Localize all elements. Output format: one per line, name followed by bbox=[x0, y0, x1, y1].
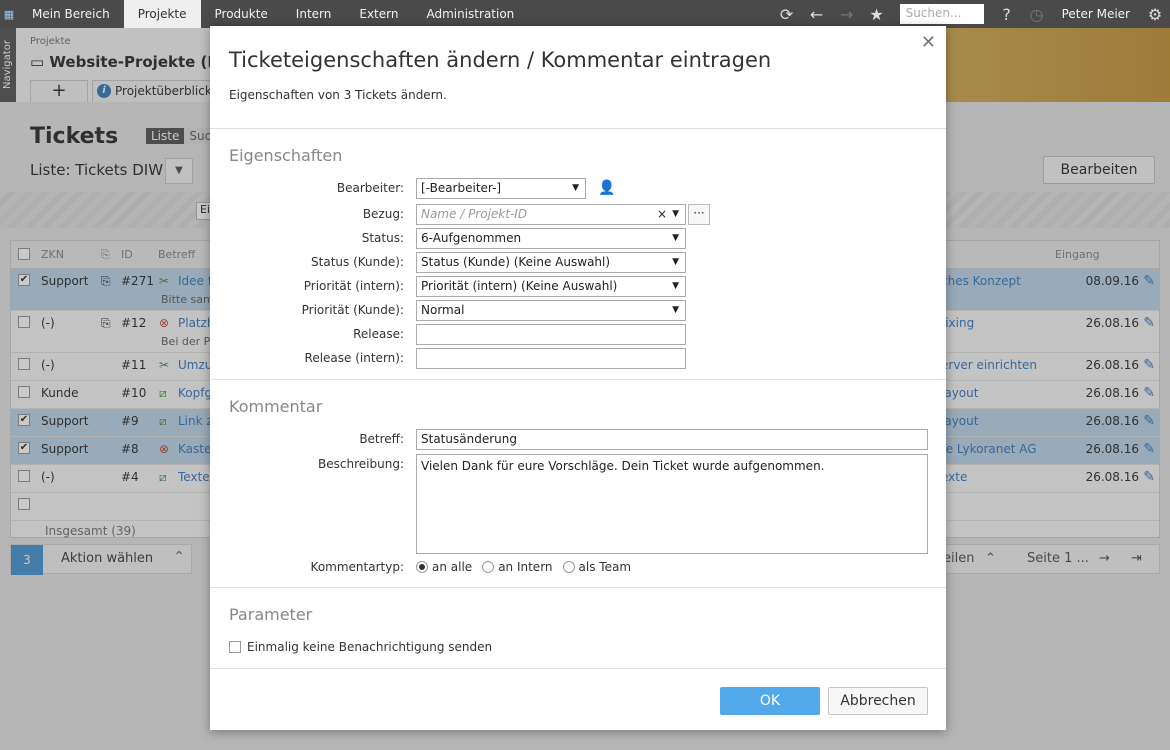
field-bezug: Bezug: Name / Projekt-ID × ▼ ··· bbox=[210, 204, 946, 226]
field-betreff: Betreff: Statusänderung bbox=[210, 429, 946, 451]
field-status: Status: 6-Aufgenommen ▼ bbox=[210, 228, 946, 250]
field-release: Release: bbox=[210, 324, 946, 346]
user-name[interactable]: Peter Meier bbox=[1052, 7, 1140, 21]
tab-projekte[interactable]: Projekte bbox=[123, 0, 201, 28]
label-betreff: Betreff: bbox=[359, 432, 404, 446]
beschreibung-textarea[interactable]: Vielen Dank für eure Vorschläge. Dein Ti… bbox=[416, 454, 928, 554]
tab-produkte[interactable]: Produkte bbox=[201, 0, 282, 28]
no-notification-option[interactable]: Einmalig keine Benachrichtigung senden bbox=[229, 640, 492, 654]
kommentartyp-radios: an alle an Intern als Team bbox=[416, 560, 641, 574]
status-value: 6-Aufgenommen bbox=[421, 231, 522, 245]
prioritaet-intern-select[interactable]: Priorität (intern) (Keine Auswahl) ▼ bbox=[416, 276, 686, 297]
radio-an-intern[interactable]: an Intern bbox=[482, 560, 553, 574]
prioritaet-intern-value: Priorität (intern) (Keine Auswahl) bbox=[421, 279, 618, 293]
dialog-title: Ticketeigenschaften ändern / Kommentar e… bbox=[229, 48, 772, 72]
release-intern-input[interactable] bbox=[416, 348, 686, 369]
field-prioritaet-kunde: Priorität (Kunde): Normal ▼ bbox=[210, 300, 946, 322]
divider bbox=[210, 128, 946, 129]
apps-grid-icon[interactable]: ▦ bbox=[0, 0, 18, 28]
label-beschreibung: Beschreibung: bbox=[318, 457, 404, 471]
back-icon[interactable]: ← bbox=[802, 5, 832, 24]
more-button[interactable]: ··· bbox=[688, 204, 710, 225]
status-select[interactable]: 6-Aufgenommen ▼ bbox=[416, 228, 686, 249]
top-navigation: ▦ Mein Bereich Projekte Produkte Intern … bbox=[0, 0, 1170, 28]
chevron-down-icon: ▼ bbox=[672, 281, 679, 291]
radio-als-team[interactable]: als Team bbox=[562, 560, 632, 574]
label-status: Status: bbox=[361, 231, 404, 245]
timer-icon[interactable]: ◷ bbox=[1022, 5, 1052, 24]
field-release-intern: Release (intern): bbox=[210, 348, 946, 370]
no-notification-checkbox[interactable] bbox=[229, 641, 241, 653]
label-prioritaet-kunde: Priorität (Kunde): bbox=[301, 303, 404, 317]
tab-mein-bereich[interactable]: Mein Bereich bbox=[18, 0, 124, 28]
clear-icon[interactable]: × bbox=[657, 205, 667, 224]
search-input[interactable]: Suchen... bbox=[899, 4, 984, 24]
ticket-properties-dialog: ✕ Ticketeigenschaften ändern / Kommentar… bbox=[210, 26, 946, 730]
forward-icon[interactable]: → bbox=[832, 5, 862, 24]
tab-intern[interactable]: Intern bbox=[282, 0, 346, 28]
section-kommentar: Kommentar bbox=[229, 397, 323, 416]
divider bbox=[210, 587, 946, 588]
label-prioritaet-intern: Priorität (intern): bbox=[303, 279, 404, 293]
radio-label: als Team bbox=[578, 560, 632, 574]
cancel-button[interactable]: Abbrechen bbox=[828, 687, 928, 715]
label-bearbeiter: Bearbeiter: bbox=[336, 181, 404, 195]
bezug-placeholder: Name / Projekt-ID bbox=[421, 207, 528, 221]
radio-dot bbox=[482, 561, 495, 573]
tab-administration[interactable]: Administration bbox=[412, 0, 528, 28]
status-kunde-value: Status (Kunde) (Keine Auswahl) bbox=[421, 255, 611, 269]
label-release: Release: bbox=[353, 327, 404, 341]
label-release-intern: Release (intern): bbox=[304, 351, 404, 365]
star-icon[interactable]: ★ bbox=[862, 5, 892, 24]
chevron-down-icon: ▼ bbox=[672, 233, 679, 243]
field-bearbeiter: Bearbeiter: [-Bearbeiter-] ▼ 👤 bbox=[210, 178, 946, 200]
chevron-down-icon: ▼ bbox=[672, 257, 679, 267]
prioritaet-kunde-select[interactable]: Normal ▼ bbox=[416, 300, 686, 321]
label-status-kunde: Status (Kunde): bbox=[311, 255, 404, 269]
chevron-down-icon[interactable]: ▼ bbox=[672, 205, 679, 224]
bearbeiter-select[interactable]: [-Bearbeiter-] ▼ bbox=[416, 178, 586, 199]
prioritaet-kunde-value: Normal bbox=[421, 303, 465, 317]
radio-an-alle[interactable]: an alle bbox=[416, 560, 472, 574]
label-kommentartyp: Kommentartyp: bbox=[310, 560, 404, 574]
tab-extern[interactable]: Extern bbox=[345, 0, 412, 28]
bezug-input[interactable]: Name / Projekt-ID × ▼ bbox=[416, 204, 686, 225]
divider bbox=[210, 379, 946, 380]
gear-icon[interactable]: ⚙ bbox=[1140, 5, 1170, 24]
field-prioritaet-intern: Priorität (intern): Priorität (intern) (… bbox=[210, 276, 946, 298]
chevron-down-icon: ▼ bbox=[672, 305, 679, 315]
bearbeiter-value: [-Bearbeiter-] bbox=[421, 181, 502, 195]
user-icon[interactable]: 👤 bbox=[598, 180, 615, 196]
dialog-subtitle: Eigenschaften von 3 Tickets ändern. bbox=[229, 88, 447, 102]
radio-label: an Intern bbox=[498, 560, 553, 574]
refresh-icon[interactable]: ⟳ bbox=[772, 5, 802, 24]
field-status-kunde: Status (Kunde): Status (Kunde) (Keine Au… bbox=[210, 252, 946, 274]
status-kunde-select[interactable]: Status (Kunde) (Keine Auswahl) ▼ bbox=[416, 252, 686, 273]
section-eigenschaften: Eigenschaften bbox=[229, 146, 343, 165]
close-icon[interactable]: ✕ bbox=[921, 32, 936, 53]
divider bbox=[210, 668, 946, 669]
radio-dot bbox=[416, 561, 428, 573]
radio-label: an alle bbox=[432, 560, 473, 574]
toolbar: ⟳ ← → ★ Suchen... ? ◷ Peter Meier ⚙ bbox=[772, 0, 1170, 28]
no-notification-label: Einmalig keine Benachrichtigung senden bbox=[247, 640, 493, 654]
radio-dot bbox=[562, 561, 575, 573]
ok-button[interactable]: OK bbox=[720, 687, 820, 715]
help-icon[interactable]: ? bbox=[992, 5, 1022, 24]
section-parameter: Parameter bbox=[229, 605, 313, 624]
release-input[interactable] bbox=[416, 324, 686, 345]
betreff-input[interactable]: Statusänderung bbox=[416, 429, 928, 450]
chevron-down-icon: ▼ bbox=[572, 183, 579, 193]
label-bezug: Bezug: bbox=[362, 207, 404, 221]
